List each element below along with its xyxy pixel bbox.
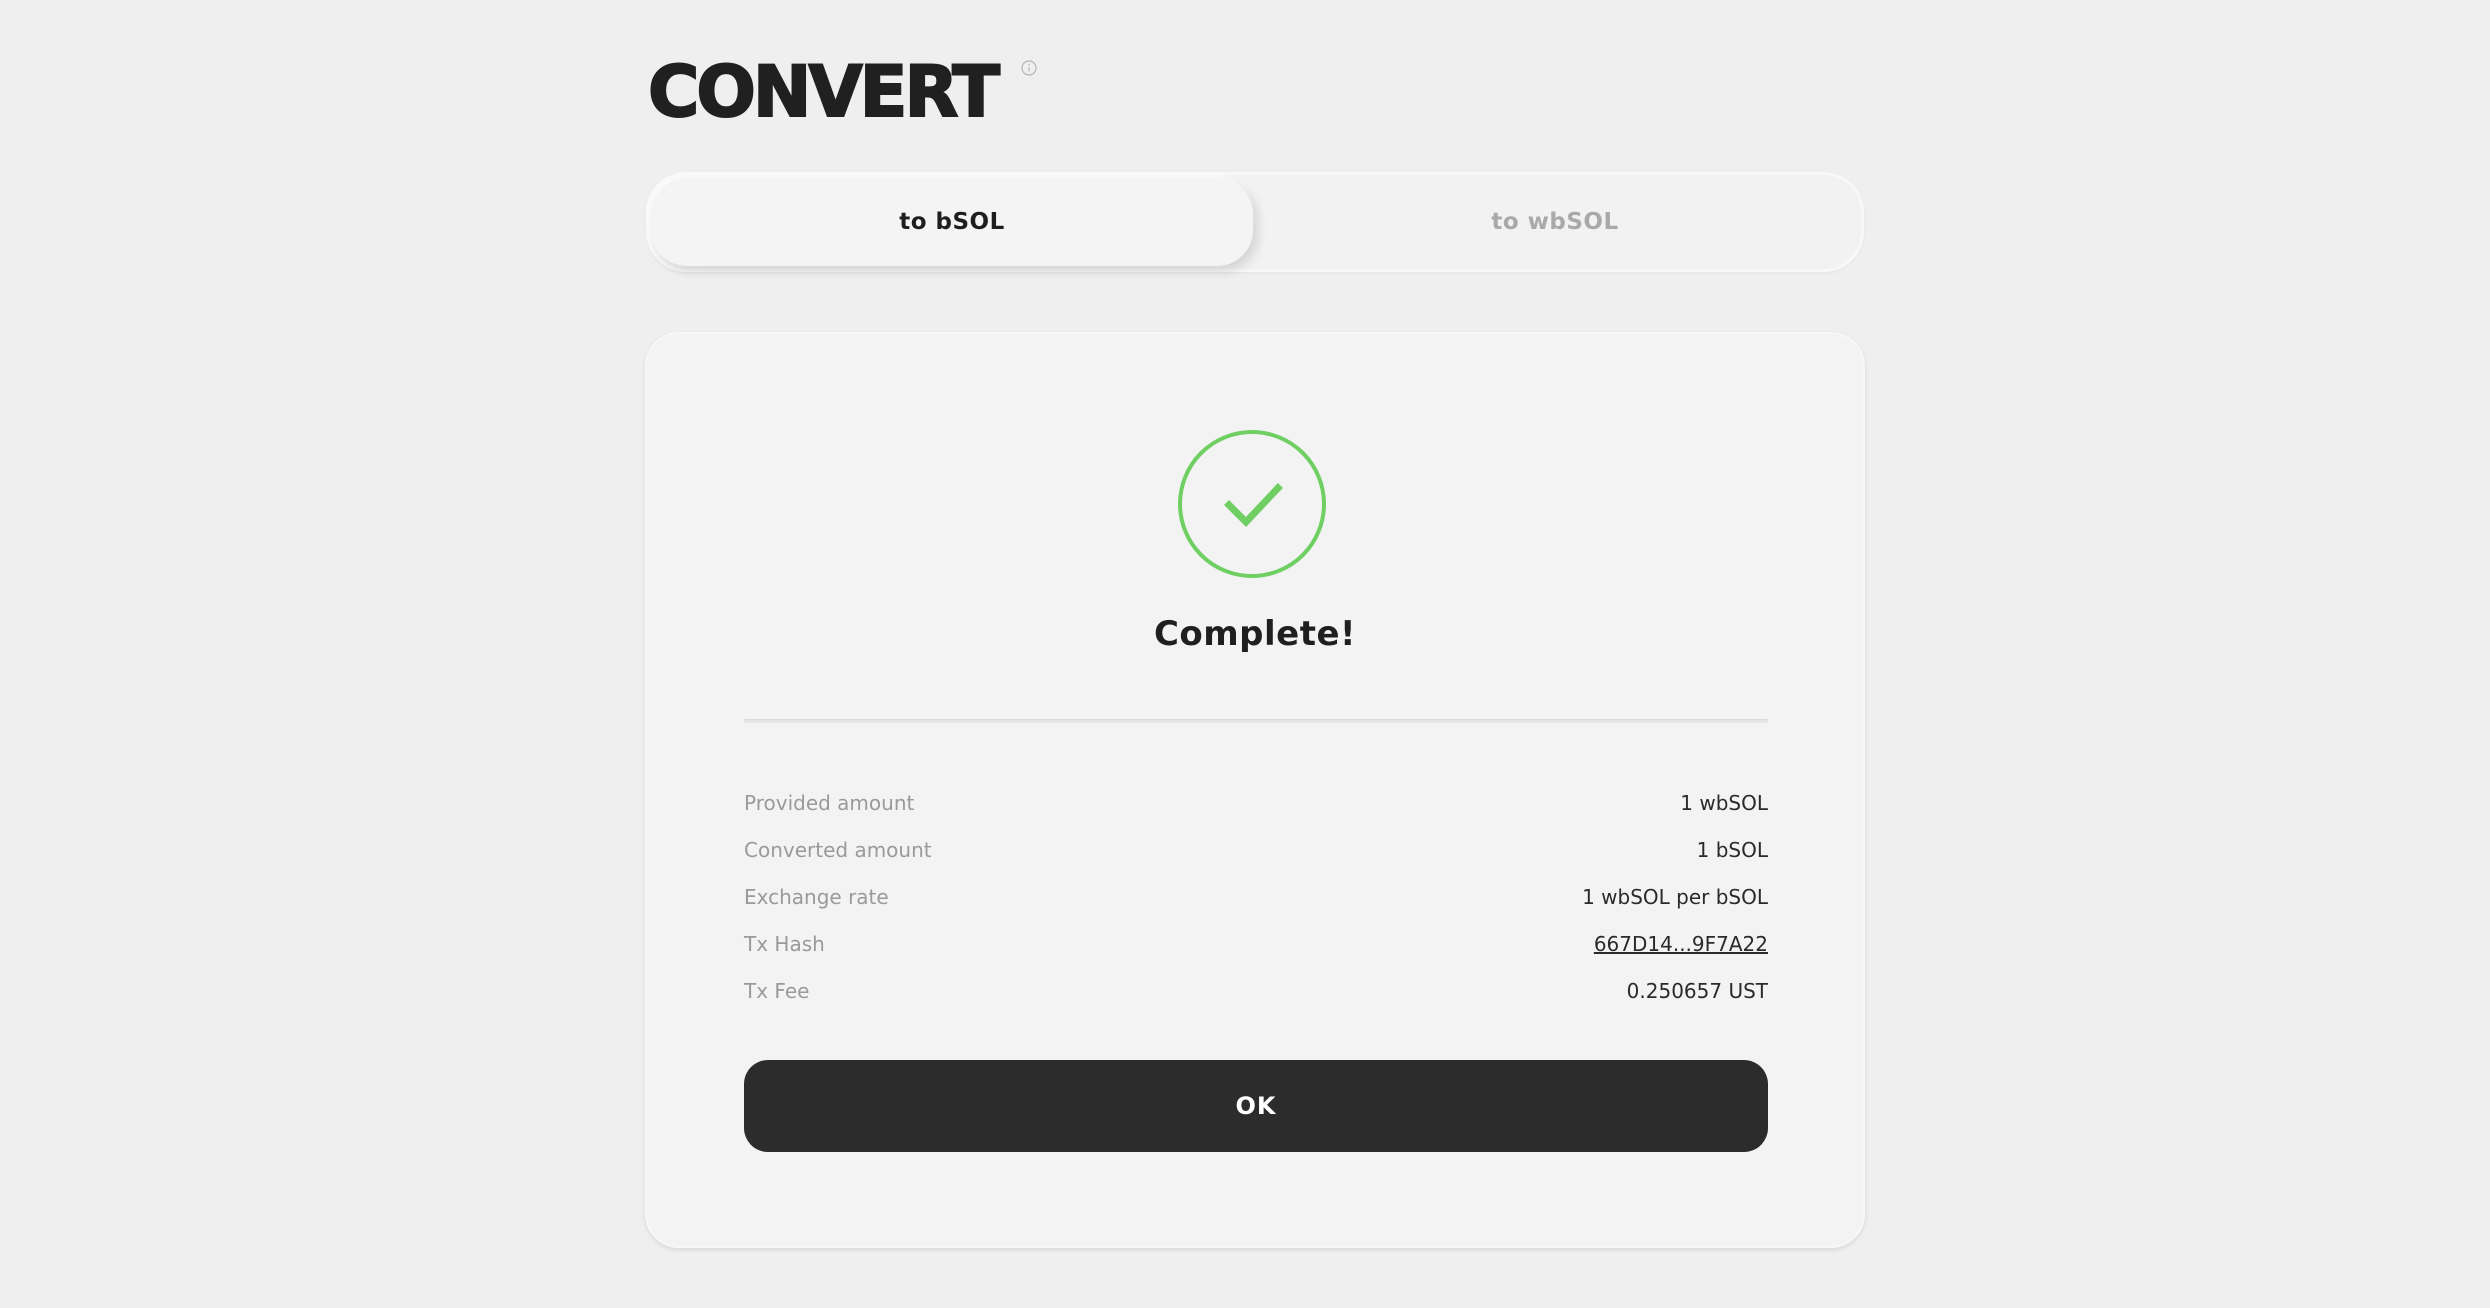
- detail-row-provided-amount: Provided amount 1 wbSOL: [744, 779, 1768, 826]
- detail-row-converted-amount: Converted amount 1 bSOL: [744, 826, 1768, 873]
- ok-button[interactable]: OK: [744, 1060, 1768, 1152]
- detail-row-exchange-rate: Exchange rate 1 wbSOL per bSOL: [744, 873, 1768, 920]
- status-title: Complete!: [1153, 614, 1357, 654]
- divider: [744, 719, 1768, 723]
- detail-value: 1 wbSOL per bSOL: [1582, 884, 1768, 909]
- detail-value: 0.250657 UST: [1626, 978, 1768, 1003]
- detail-label: Provided amount: [744, 790, 915, 815]
- detail-row-tx-fee: Tx Fee 0.250657 UST: [744, 967, 1768, 1014]
- detail-label: Tx Fee: [744, 978, 810, 1003]
- convert-page: CONVERT to bSOL to wbSOL Complete! Provi…: [0, 0, 2490, 1308]
- details-list: Provided amount 1 wbSOL Converted amount…: [744, 779, 1768, 1014]
- detail-value: 1 bSOL: [1696, 837, 1768, 862]
- detail-label: Tx Hash: [744, 931, 825, 956]
- page-title: CONVERT: [647, 51, 1001, 133]
- result-card: Complete! Provided amount 1 wbSOL Conver…: [645, 332, 1865, 1248]
- detail-label: Converted amount: [744, 837, 932, 862]
- check-circle-icon: [1178, 430, 1326, 578]
- detail-row-tx-hash: Tx Hash 667D14...9F7A22: [744, 920, 1768, 967]
- tx-hash-link[interactable]: 667D14...9F7A22: [1594, 932, 1768, 956]
- info-circle-icon[interactable]: [1021, 60, 1037, 76]
- convert-tabs: to bSOL to wbSOL: [646, 172, 1864, 272]
- header: CONVERT: [647, 51, 1037, 133]
- tab-to-bsol[interactable]: to bSOL: [651, 178, 1253, 266]
- detail-value: 1 wbSOL: [1680, 790, 1768, 815]
- tab-to-wbsol[interactable]: to wbSOL: [1254, 178, 1856, 266]
- detail-label: Exchange rate: [744, 884, 889, 909]
